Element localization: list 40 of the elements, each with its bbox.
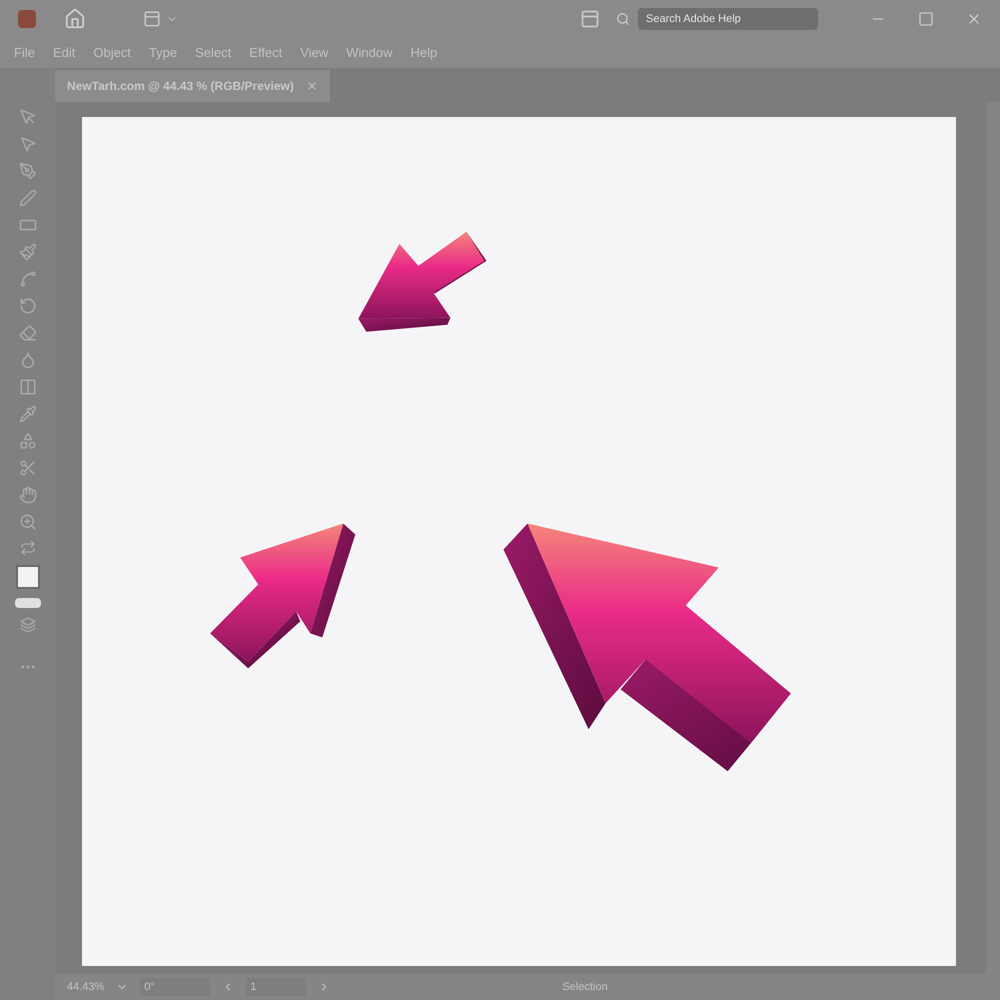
menu-item[interactable]: Effect — [249, 43, 282, 63]
zoom-icon[interactable] — [18, 513, 36, 531]
direct-selection-icon[interactable] — [18, 135, 36, 153]
menu-item[interactable]: File — [14, 43, 35, 63]
menu-item[interactable]: Edit — [52, 43, 76, 63]
hand-icon[interactable] — [18, 486, 36, 504]
current-tool-label: Selection — [562, 980, 608, 995]
menu-item[interactable]: View — [300, 43, 328, 63]
draw-mode-icon[interactable] — [20, 617, 36, 633]
pen-tool-icon[interactable] — [18, 162, 36, 180]
scissors-icon[interactable] — [18, 459, 36, 477]
search-field[interactable]: Search Adobe Help — [638, 8, 818, 30]
close-icon[interactable] — [306, 80, 318, 92]
document-tab[interactable]: NewTarh.com @ 44.43 % (RGB/Preview) — [55, 70, 330, 102]
app-logo-icon — [18, 10, 36, 28]
menu-item[interactable]: Window — [346, 43, 392, 63]
fill-swatch-icon[interactable] — [16, 565, 40, 589]
home-icon[interactable] — [64, 8, 86, 30]
rotation-field[interactable]: 0° — [140, 978, 210, 996]
menu-item[interactable]: Object — [93, 43, 131, 63]
zoom-level[interactable]: 44.43% — [67, 978, 104, 996]
eraser-icon[interactable] — [18, 324, 36, 342]
columns-icon[interactable] — [18, 378, 36, 396]
menu-item[interactable]: Help — [410, 43, 438, 63]
maximize-icon[interactable] — [918, 11, 934, 27]
artboard-field[interactable]: 1 — [246, 978, 306, 996]
paintbrush-icon[interactable] — [18, 243, 36, 261]
shapes-icon[interactable] — [18, 432, 36, 450]
selection-tool-icon[interactable] — [18, 108, 36, 126]
menu-item[interactable]: Select — [195, 43, 232, 63]
workspace-icon[interactable] — [142, 10, 178, 28]
swap-colors-icon[interactable] — [20, 540, 36, 556]
curve-tool-icon[interactable] — [18, 270, 36, 288]
panel-icon[interactable] — [580, 9, 600, 29]
eyedropper-icon[interactable] — [18, 405, 36, 423]
rotate-icon[interactable] — [18, 297, 36, 315]
menu-item[interactable]: Type — [148, 43, 178, 63]
search-icon[interactable] — [616, 12, 630, 26]
color-mode-icon[interactable] — [14, 598, 40, 608]
pencil-icon[interactable] — [18, 189, 36, 207]
